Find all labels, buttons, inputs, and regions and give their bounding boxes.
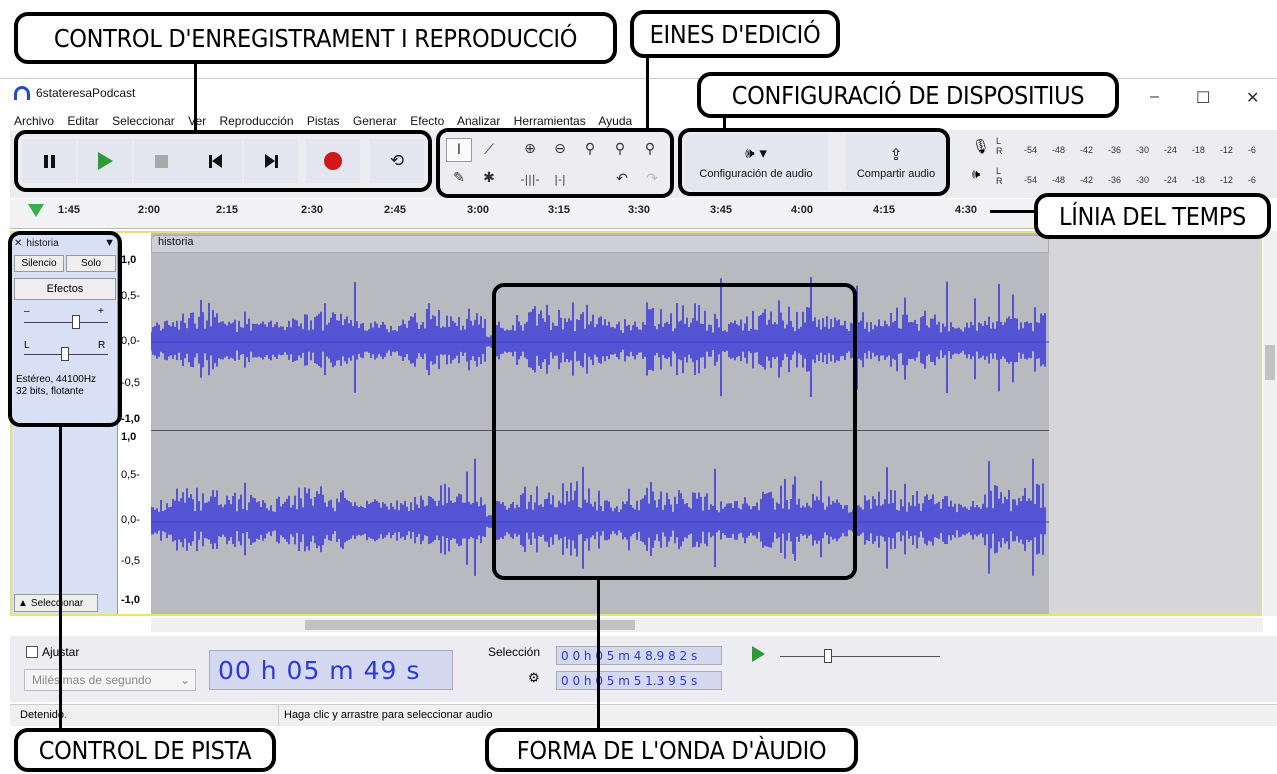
highlight-waveform: [492, 283, 857, 580]
menu-ver[interactable]: Ver: [188, 114, 206, 128]
clip-title[interactable]: historia: [151, 235, 1049, 253]
menu-editar[interactable]: Editar: [67, 114, 98, 128]
timeline-tick: 3:45: [710, 204, 733, 216]
playback-meter-icon[interactable]: 🕪: [972, 166, 980, 182]
highlight-track-control: [8, 231, 122, 427]
record-meter-scale[interactable]: -54 -48 -42 -36 -30 -24 -18 -12 -6: [1024, 145, 1256, 155]
timeline-tick: 3:15: [548, 204, 571, 216]
speed-slider-track: [780, 656, 940, 657]
timeline-tick: 2:30: [301, 204, 324, 216]
maximize-button[interactable]: ☐: [1196, 88, 1210, 108]
amplitude-tick: 1,0: [121, 254, 137, 266]
menu-efecto[interactable]: Efecto: [410, 114, 444, 128]
menu-ayuda[interactable]: Ayuda: [598, 114, 632, 128]
snap-unit-select[interactable]: Milésimas de segundo ⌄: [24, 669, 196, 691]
snap-checkbox[interactable]: [26, 646, 38, 658]
connector-wave: [597, 578, 600, 730]
amplitude-tick: 0,0-: [121, 514, 140, 526]
time-display[interactable]: 00 h 05 m 49 s: [209, 650, 453, 690]
menu-herramientas[interactable]: Herramientas: [514, 114, 586, 128]
vertical-scroll-thumb[interactable]: [1265, 345, 1275, 380]
highlight-edit-tools: [436, 128, 674, 198]
menu-seleccionar[interactable]: Seleccionar: [112, 114, 175, 128]
timeline-tick: 2:15: [216, 204, 239, 216]
amplitude-tick: -0,5: [121, 555, 140, 567]
timeline-tick: 2:00: [138, 204, 161, 216]
headphones-icon: [14, 86, 30, 100]
callout-edit-tools: EINES D'EDICIÓ: [630, 10, 840, 58]
amplitude-tick: 0,5-: [121, 290, 140, 302]
chevron-down-icon: ⌄: [179, 673, 190, 687]
timeline-tick: 1:45: [58, 204, 81, 216]
window-title: 6stateresaPodcast: [36, 86, 136, 100]
empty-track-region: [1049, 235, 1261, 614]
timeline-tick: 4:30: [955, 204, 978, 216]
connector-track: [59, 425, 62, 730]
play-head-icon[interactable]: [28, 204, 44, 217]
collapse-icon: ▲: [18, 597, 28, 609]
microphone-icon[interactable]: 🎙: [972, 138, 990, 155]
connector-record: [194, 62, 197, 132]
amplitude-tick: 0,5-: [121, 469, 140, 481]
minimize-button[interactable]: –: [1150, 88, 1159, 106]
highlight-devices: [678, 128, 950, 196]
title-bar: 6stateresaPodcast: [14, 86, 135, 100]
menu-reproduccion[interactable]: Reproducción: [219, 114, 293, 128]
menu-generar[interactable]: Generar: [353, 114, 397, 128]
amplitude-tick: 1,0: [121, 431, 137, 443]
status-divider: [278, 704, 279, 726]
menu-analizar[interactable]: Analizar: [457, 114, 500, 128]
menu-archivo[interactable]: Archivo: [14, 114, 54, 128]
speed-slider-handle[interactable]: [824, 649, 832, 663]
amplitude-tick: 0,0-: [121, 335, 140, 347]
record-meter-lr: LR: [996, 136, 1003, 156]
timeline-tick: 2:45: [384, 204, 407, 216]
amplitude-tick: -1,0: [121, 594, 140, 606]
timeline-tick: 4:15: [873, 204, 896, 216]
horizontal-scroll-thumb[interactable]: [305, 620, 635, 630]
play-meter-lr: LR: [996, 166, 1003, 186]
menu-pistas[interactable]: Pistas: [307, 114, 340, 128]
selection-end-field[interactable]: 0 0 h 0 5 m 5 1.3 9 5 s: [556, 671, 722, 690]
highlight-transport: [14, 130, 432, 192]
timeline-tick: 3:00: [467, 204, 490, 216]
select-track-button[interactable]: ▲ Seleccionar: [14, 594, 98, 612]
connector-edit: [646, 56, 649, 130]
status-right: Haga clic y arrastre para seleccionar au…: [284, 709, 493, 721]
connector-timeline: [990, 210, 1034, 213]
play-at-speed-icon[interactable]: [752, 646, 765, 662]
selection-start-field[interactable]: 0 0 h 0 5 m 4 8.9 8 2 s: [556, 646, 722, 665]
callout-timeline: LÍNIA DEL TEMPS: [1034, 193, 1271, 239]
callout-devices: CONFIGURACIÓ DE DISPOSITIUS: [697, 72, 1119, 118]
gear-icon[interactable]: ⚙: [528, 670, 540, 686]
play-meter-scale[interactable]: -54 -48 -42 -36 -30 -24 -18 -12 -6: [1024, 175, 1256, 185]
amplitude-tick: -1,0: [121, 413, 140, 425]
amplitude-tick: -0,5: [121, 377, 140, 389]
callout-track-control: CONTROL DE PISTA: [14, 728, 276, 772]
close-button[interactable]: ✕: [1246, 88, 1259, 108]
status-bar: [10, 704, 1277, 726]
callout-record-play: CONTROL D'ENREGISTRAMENT I REPRODUCCIÓ: [14, 12, 617, 64]
timeline-tick: 3:30: [628, 204, 651, 216]
selection-label: Selección: [488, 645, 541, 659]
timeline-tick: 4:00: [791, 204, 814, 216]
menu-bar: Archivo Editar Seleccionar Ver Reproducc…: [14, 114, 642, 128]
callout-waveform: FORMA DE L'ONDA D'ÀUDIO: [485, 728, 858, 772]
vertical-scrollbar[interactable]: [1263, 231, 1277, 616]
